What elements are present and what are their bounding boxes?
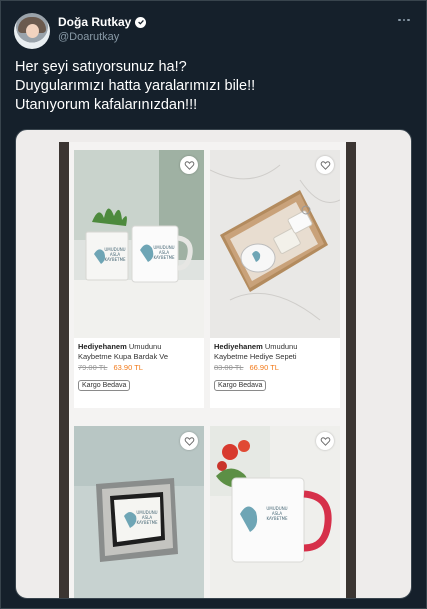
product-title-1[interactable]: Hediyehanem Umudunu Kaybetme Kupa Bardak… [78, 342, 196, 362]
author-name-row: Doğa Rutkay [58, 15, 147, 29]
verified-badge-icon [135, 16, 147, 28]
sale-price: 63.90 TL [113, 363, 143, 372]
tweet-media[interactable]: UMUDUNU ASLA KAYBETME UMUDUNU ASLA KAYBETME … [15, 129, 412, 599]
tweet-text: Her şeyi satıyorsunuz ha!? Duygularımızı… [15, 58, 415, 115]
product-image-2 [210, 150, 340, 338]
product-card-4[interactable]: UMUDUNU ASLA KAYBETME [210, 426, 340, 598]
screenshot-image: UMUDUNU ASLA KAYBETME UMUDUNU ASLA KAYBETME … [59, 142, 356, 598]
product-grid: UMUDUNU ASLA KAYBETME UMUDUNU ASLA KAYBETME … [69, 142, 346, 598]
author-handle[interactable]: @Doarutkay [58, 31, 119, 43]
old-price: 79.00 TL [78, 363, 108, 372]
mug-print-text: UMUDUNU ASLA KAYBETME [153, 245, 175, 260]
heart-icon [184, 436, 194, 446]
tweet-card: Doğa Rutkay @Doarutkay Her şeyi satıyors… [0, 0, 427, 609]
product-image-1: UMUDUNU ASLA KAYBETME UMUDUNU ASLA KAYBETME [74, 150, 204, 338]
sale-price: 66.90 TL [249, 363, 279, 372]
product-card-2[interactable]: Hediyehanem Umudunu Kaybetme Hediye Sepe… [210, 150, 340, 408]
more-options-icon[interactable] [396, 15, 412, 25]
product-title-2[interactable]: Hediyehanem Umudunu Kaybetme Hediye Sepe… [214, 342, 332, 362]
favorite-button[interactable] [180, 156, 198, 174]
pot-print-text: UMUDUNU ASLA KAYBETME [104, 247, 126, 262]
product-image-4: UMUDUNU ASLA KAYBETME [210, 426, 340, 598]
heart-icon [320, 436, 330, 446]
free-shipping-badge: Kargo Bedava [78, 380, 131, 391]
product-image-3: UMUDUNU ASLA KAYBETME [74, 426, 204, 598]
product-card-3[interactable]: UMUDUNU ASLA KAYBETME [74, 426, 204, 598]
avatar-face [26, 24, 39, 38]
favorite-button[interactable] [316, 432, 334, 450]
product-card-1[interactable]: UMUDUNU ASLA KAYBETME UMUDUNU ASLA KAYBETME … [74, 150, 204, 408]
price-row-1: 79.00 TL 63.90 TL [78, 363, 143, 372]
tweet-line-1: Her şeyi satıyorsunuz ha!? [15, 59, 187, 75]
heart-icon [184, 160, 194, 170]
free-shipping-badge: Kargo Bedava [214, 380, 267, 391]
favorite-button[interactable] [316, 156, 334, 174]
tweet-line-2: Duygularımızı hatta yaralarımızı bile!! [15, 78, 256, 94]
frame-print-text: UMUDUNU ASLA KAYBETME [136, 510, 158, 525]
favorite-button[interactable] [180, 432, 198, 450]
heart-icon [320, 160, 330, 170]
tweet-line-3: Utanıyorum kafalarınızdan!!! [15, 97, 198, 113]
avatar[interactable] [14, 13, 50, 49]
author-display-name[interactable]: Doğa Rutkay [58, 15, 131, 29]
old-price: 83.00 TL [214, 363, 244, 372]
price-row-2: 83.00 TL 66.90 TL [214, 363, 279, 372]
mug-print-text: UMUDUNU ASLA KAYBETME [266, 506, 288, 521]
